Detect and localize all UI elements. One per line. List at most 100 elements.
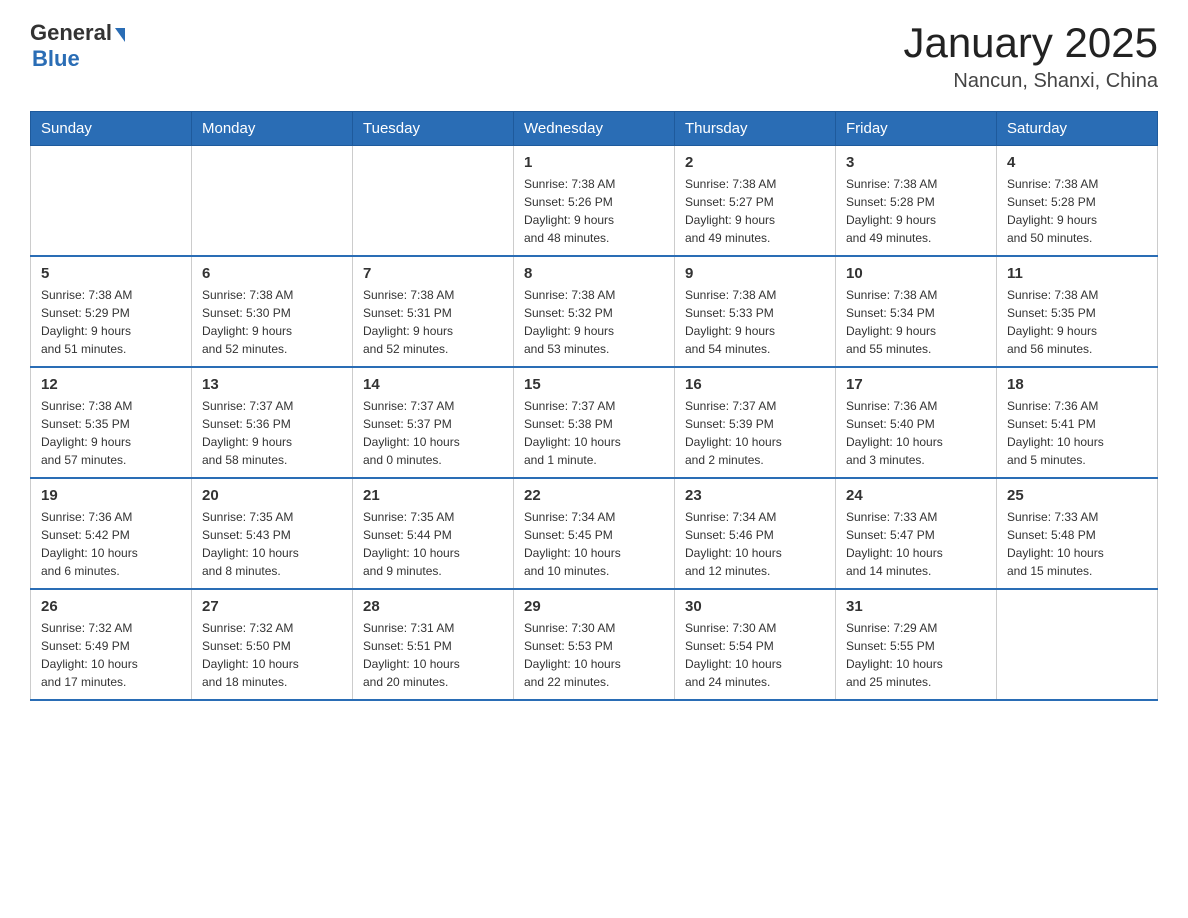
day-number: 22 [524, 487, 664, 504]
day-info: Sunrise: 7:36 AMSunset: 5:42 PMDaylight:… [41, 508, 181, 580]
day-info: Sunrise: 7:34 AMSunset: 5:46 PMDaylight:… [685, 508, 825, 580]
calendar-cell: 15Sunrise: 7:37 AMSunset: 5:38 PMDayligh… [514, 367, 675, 478]
calendar-cell: 4 Sunrise: 7:38 AMSunset: 5:28 PMDaylight… [997, 146, 1158, 257]
day-number: 7 [363, 265, 503, 282]
calendar-cell [31, 146, 192, 257]
day-info: Sunrise: 7:38 AMSunset: 5:34 PMDaylight:… [846, 286, 986, 358]
weekday-header: Saturday [997, 112, 1158, 146]
day-info: Sunrise: 7:38 AMSunset: 5:33 PMDaylight:… [685, 286, 825, 358]
calendar-cell: 1 Sunrise: 7:38 AMSunset: 5:26 PMDaylight… [514, 146, 675, 257]
day-info: Sunrise: 7:30 AMSunset: 5:54 PMDaylight:… [685, 619, 825, 691]
calendar-week-row: 26 Sunrise: 7:32 AMSunset: 5:49 PMDayligh… [31, 589, 1158, 700]
day-number: 5 [41, 265, 181, 282]
location-text: Nancun, Shanxi, China [903, 70, 1158, 93]
day-number: 17 [846, 376, 986, 393]
logo-blue-text: Blue [32, 46, 80, 72]
day-number: 25 [1007, 487, 1147, 504]
day-info: Sunrise: 7:37 AMSunset: 5:36 PMDaylight:… [202, 397, 342, 469]
calendar-cell: 16 Sunrise: 7:37 AMSunset: 5:39 PMDayligh… [675, 367, 836, 478]
calendar-cell: 11 Sunrise: 7:38 AMSunset: 5:35 PMDayligh… [997, 256, 1158, 367]
day-number: 18 [1007, 376, 1147, 393]
weekday-header: Tuesday [353, 112, 514, 146]
calendar-cell: 28Sunrise: 7:31 AMSunset: 5:51 PMDayligh… [353, 589, 514, 700]
calendar-cell: 29 Sunrise: 7:30 AMSunset: 5:53 PMDayligh… [514, 589, 675, 700]
day-number: 29 [524, 598, 664, 615]
day-info: Sunrise: 7:38 AMSunset: 5:29 PMDaylight:… [41, 286, 181, 358]
day-info: Sunrise: 7:38 AMSunset: 5:35 PMDaylight:… [1007, 286, 1147, 358]
calendar-cell: 27Sunrise: 7:32 AMSunset: 5:50 PMDayligh… [192, 589, 353, 700]
day-number: 16 [685, 376, 825, 393]
calendar-cell: 14 Sunrise: 7:37 AMSunset: 5:37 PMDayligh… [353, 367, 514, 478]
calendar-cell [353, 146, 514, 257]
day-number: 20 [202, 487, 342, 504]
weekday-header: Monday [192, 112, 353, 146]
calendar-week-row: 5 Sunrise: 7:38 AMSunset: 5:29 PMDaylight… [31, 256, 1158, 367]
day-info: Sunrise: 7:38 AMSunset: 5:28 PMDaylight:… [1007, 175, 1147, 247]
day-info: Sunrise: 7:32 AMSunset: 5:49 PMDaylight:… [41, 619, 181, 691]
calendar-cell [997, 589, 1158, 700]
calendar-cell: 19 Sunrise: 7:36 AMSunset: 5:42 PMDayligh… [31, 478, 192, 589]
day-number: 4 [1007, 154, 1147, 171]
logo: General Blue [30, 20, 125, 72]
day-info: Sunrise: 7:37 AMSunset: 5:37 PMDaylight:… [363, 397, 503, 469]
day-number: 24 [846, 487, 986, 504]
day-number: 19 [41, 487, 181, 504]
day-number: 12 [41, 376, 181, 393]
calendar-cell: 17 Sunrise: 7:36 AMSunset: 5:40 PMDayligh… [836, 367, 997, 478]
calendar-cell [192, 146, 353, 257]
weekday-header: Wednesday [514, 112, 675, 146]
weekday-header: Friday [836, 112, 997, 146]
day-info: Sunrise: 7:38 AMSunset: 5:35 PMDaylight:… [41, 397, 181, 469]
logo-arrow-icon [115, 28, 125, 42]
day-info: Sunrise: 7:38 AMSunset: 5:30 PMDaylight:… [202, 286, 342, 358]
day-info: Sunrise: 7:37 AMSunset: 5:38 PMDaylight:… [524, 397, 664, 469]
day-number: 13 [202, 376, 342, 393]
day-info: Sunrise: 7:33 AMSunset: 5:48 PMDaylight:… [1007, 508, 1147, 580]
day-info: Sunrise: 7:30 AMSunset: 5:53 PMDaylight:… [524, 619, 664, 691]
day-number: 8 [524, 265, 664, 282]
day-info: Sunrise: 7:38 AMSunset: 5:27 PMDaylight:… [685, 175, 825, 247]
day-info: Sunrise: 7:38 AMSunset: 5:32 PMDaylight:… [524, 286, 664, 358]
day-info: Sunrise: 7:29 AMSunset: 5:55 PMDaylight:… [846, 619, 986, 691]
calendar-cell: 30 Sunrise: 7:30 AMSunset: 5:54 PMDayligh… [675, 589, 836, 700]
calendar-cell: 5 Sunrise: 7:38 AMSunset: 5:29 PMDaylight… [31, 256, 192, 367]
day-info: Sunrise: 7:34 AMSunset: 5:45 PMDaylight:… [524, 508, 664, 580]
calendar-week-row: 12 Sunrise: 7:38 AMSunset: 5:35 PMDayligh… [31, 367, 1158, 478]
day-number: 1 [524, 154, 664, 171]
calendar-cell: 25 Sunrise: 7:33 AMSunset: 5:48 PMDayligh… [997, 478, 1158, 589]
day-number: 2 [685, 154, 825, 171]
day-number: 14 [363, 376, 503, 393]
calendar-cell: 18Sunrise: 7:36 AMSunset: 5:41 PMDayligh… [997, 367, 1158, 478]
day-number: 30 [685, 598, 825, 615]
day-info: Sunrise: 7:38 AMSunset: 5:26 PMDaylight:… [524, 175, 664, 247]
calendar-cell: 7Sunrise: 7:38 AMSunset: 5:31 PMDaylight… [353, 256, 514, 367]
calendar-cell: 23Sunrise: 7:34 AMSunset: 5:46 PMDayligh… [675, 478, 836, 589]
calendar-cell: 26 Sunrise: 7:32 AMSunset: 5:49 PMDayligh… [31, 589, 192, 700]
calendar-header-row: SundayMondayTuesdayWednesdayThursdayFrid… [31, 112, 1158, 146]
day-number: 9 [685, 265, 825, 282]
month-title: January 2025 [903, 20, 1158, 66]
day-info: Sunrise: 7:33 AMSunset: 5:47 PMDaylight:… [846, 508, 986, 580]
logo-general-text: General [30, 20, 112, 46]
calendar-cell: 22 Sunrise: 7:34 AMSunset: 5:45 PMDayligh… [514, 478, 675, 589]
day-number: 11 [1007, 265, 1147, 282]
day-number: 27 [202, 598, 342, 615]
day-info: Sunrise: 7:36 AMSunset: 5:40 PMDaylight:… [846, 397, 986, 469]
weekday-header: Sunday [31, 112, 192, 146]
calendar-cell: 21Sunrise: 7:35 AMSunset: 5:44 PMDayligh… [353, 478, 514, 589]
calendar-week-row: 19 Sunrise: 7:36 AMSunset: 5:42 PMDayligh… [31, 478, 1158, 589]
day-info: Sunrise: 7:38 AMSunset: 5:28 PMDaylight:… [846, 175, 986, 247]
day-info: Sunrise: 7:37 AMSunset: 5:39 PMDaylight:… [685, 397, 825, 469]
day-number: 28 [363, 598, 503, 615]
calendar-cell: 3Sunrise: 7:38 AMSunset: 5:28 PMDaylight… [836, 146, 997, 257]
day-number: 21 [363, 487, 503, 504]
day-number: 10 [846, 265, 986, 282]
day-info: Sunrise: 7:35 AMSunset: 5:43 PMDaylight:… [202, 508, 342, 580]
calendar-cell: 8 Sunrise: 7:38 AMSunset: 5:32 PMDaylight… [514, 256, 675, 367]
calendar-cell: 10 Sunrise: 7:38 AMSunset: 5:34 PMDayligh… [836, 256, 997, 367]
calendar-week-row: 1 Sunrise: 7:38 AMSunset: 5:26 PMDaylight… [31, 146, 1158, 257]
day-number: 26 [41, 598, 181, 615]
calendar-cell: 20 Sunrise: 7:35 AMSunset: 5:43 PMDayligh… [192, 478, 353, 589]
calendar-cell: 24 Sunrise: 7:33 AMSunset: 5:47 PMDayligh… [836, 478, 997, 589]
calendar-cell: 6Sunrise: 7:38 AMSunset: 5:30 PMDaylight… [192, 256, 353, 367]
